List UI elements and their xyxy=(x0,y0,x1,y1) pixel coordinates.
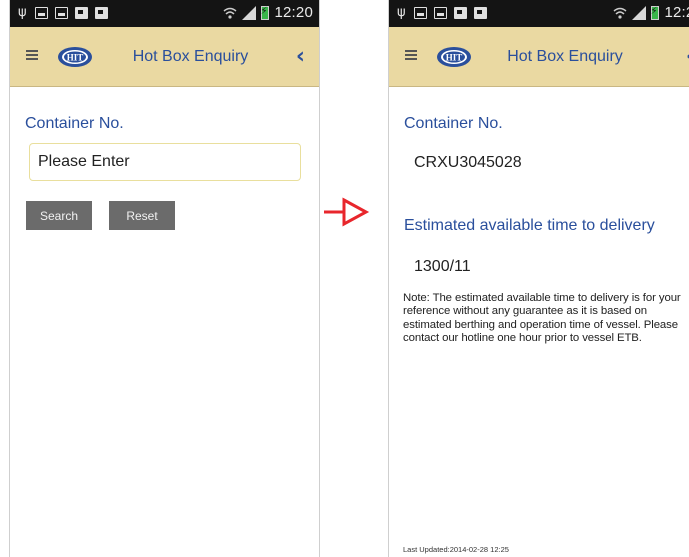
container-no-label: Container No. xyxy=(404,115,503,132)
app-bar: HIT Hot Box Enquiry ‹ xyxy=(389,27,689,87)
last-updated: Last Updated:2014-02-28 12:25 xyxy=(403,545,509,554)
usb-icon: ψ xyxy=(397,5,406,20)
download-icon xyxy=(95,7,108,19)
notification-icons: ψ xyxy=(397,5,487,20)
battery-icon xyxy=(650,5,660,20)
transition-arrow-icon xyxy=(324,197,370,227)
search-button[interactable]: Search xyxy=(26,201,92,230)
page-title: Hot Box Enquiry xyxy=(507,48,623,65)
document-icon xyxy=(55,7,68,19)
reset-button[interactable]: Reset xyxy=(109,201,175,230)
page-title: Hot Box Enquiry xyxy=(132,48,249,65)
download-icon xyxy=(474,7,487,19)
menu-icon[interactable] xyxy=(405,50,417,60)
status-time: 12:20 xyxy=(664,4,689,21)
menu-icon[interactable] xyxy=(26,50,38,60)
container-no-input[interactable] xyxy=(30,144,300,180)
notification-icons: ψ xyxy=(18,5,108,20)
app-bar: HIT Hot Box Enquiry ‹ xyxy=(10,27,319,87)
eta-value: 1300/11 xyxy=(414,258,471,275)
back-chevron-icon[interactable]: ‹ xyxy=(296,44,305,69)
wifi-icon xyxy=(613,6,627,20)
battery-icon xyxy=(260,5,270,20)
container-no-value: CRXU3045028 xyxy=(414,154,522,171)
phone-screen-input: ψ 12:20 HIT Hot Box Enquiry ‹ Conta xyxy=(9,0,320,557)
document-icon xyxy=(434,7,447,19)
eta-label: Estimated available time to delivery xyxy=(404,217,655,234)
wifi-icon xyxy=(223,6,237,20)
image-icon xyxy=(35,7,48,19)
status-bar: ψ 12:20 xyxy=(10,0,319,27)
status-bar: ψ 12:20 xyxy=(389,0,689,27)
system-icons: 12:20 xyxy=(613,4,689,21)
disclaimer-note: Note: The estimated available time to de… xyxy=(403,292,681,345)
bag-icon xyxy=(75,7,88,19)
status-time: 12:20 xyxy=(274,4,313,21)
signal-icon xyxy=(242,5,257,20)
signal-icon xyxy=(632,5,647,20)
usb-icon: ψ xyxy=(18,5,27,20)
image-icon xyxy=(414,7,427,19)
container-no-label: Container No. xyxy=(25,115,124,132)
system-icons: 12:20 xyxy=(223,4,313,21)
bag-icon xyxy=(454,7,467,19)
phone-screen-result: ψ 12:20 HIT Hot Box Enquiry ‹ Conta xyxy=(388,0,689,557)
container-no-field xyxy=(29,143,301,181)
